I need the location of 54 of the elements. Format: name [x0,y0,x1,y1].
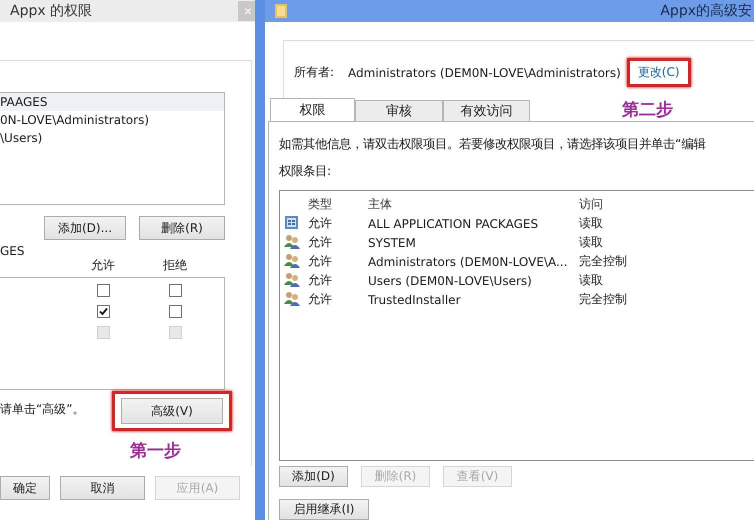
checkbox[interactable] [97,305,110,318]
checkbox[interactable] [169,305,182,318]
table-cell-text: 读取 [579,234,604,251]
step-annotation: 第一步 [130,440,182,462]
owner-value: Administrators (DEM0N-LOVE\Administrators) [348,66,621,80]
table-cell-text: 读取 [579,272,604,289]
table-cell-text: ALL APPLICATION PACKAGES [368,216,540,230]
window-title: Appx的高级安 [660,2,752,20]
window-title: Appx 的权限 [9,2,92,20]
users-icon [284,272,300,286]
info-text: 如需其他信息，请双击权限项目。若要修改权限项目，请选择该项目并单击“编辑 [279,136,706,153]
table-cell-text: 完全控制 [579,291,628,308]
advanced-button[interactable]: 高级(V) [121,398,223,424]
table-cell-text: Administrators (DEM0N-LOVE\A... [368,254,568,268]
list-item[interactable]: \Users) [0,129,224,147]
table-cell-text: 允许 [308,291,333,308]
advanced-hint: 请单击“高级”。 [0,401,84,418]
table-cell-text: 允许 [308,272,333,289]
folder-icon [275,3,287,19]
table-cell-text: TrustedInstaller [368,292,462,306]
owner-label: 所有者: [294,64,334,81]
dialog-button[interactable]: 添加(D) [279,466,348,488]
table-cell-text: 允许 [308,253,333,270]
permissions-label: GES [0,244,26,258]
dialog-button[interactable]: 添加(D)... [44,216,126,240]
users-icon [284,252,300,268]
tab[interactable]: 有效访问 [443,100,530,121]
users-icon [284,234,300,248]
table-cell-text: 允许 [308,215,333,232]
table-cell-text: 允许 [308,234,333,251]
change-link[interactable]: 更改(C) [638,64,680,81]
list-item[interactable]: 0N-LOVE\Administrators) [0,111,224,129]
dialog-button[interactable]: 删除(R) [139,216,225,240]
step-annotation: 第二步 [622,99,673,121]
column-header: 允许 [91,258,116,272]
tab[interactable]: 权限 [270,98,355,121]
table-cell-text: SYSTEM [368,236,417,250]
column-header: 类型 [308,196,333,213]
table-cell-text: 读取 [579,215,604,232]
checkbox[interactable] [169,284,182,297]
dialog-button[interactable]: 取消 [60,476,145,500]
inherit-button[interactable]: 启用继承(I) [279,499,369,520]
tab[interactable]: 审核 [355,100,443,121]
table-cell-text: 完全控制 [579,253,628,270]
column-header: 主体 [368,196,393,213]
column-header: 访问 [579,196,604,213]
package-icon [284,214,299,230]
list-item[interactable]: PAAGES [0,93,224,111]
dialog-button[interactable]: 确定 [0,476,50,500]
column-header: 拒绝 [163,258,188,272]
checkbox[interactable] [97,284,110,297]
users-icon [284,290,300,306]
table-cell-text: Users (DEM0N-LOVE\Users) [368,274,533,288]
entries-label: 权限条目: [279,163,332,180]
